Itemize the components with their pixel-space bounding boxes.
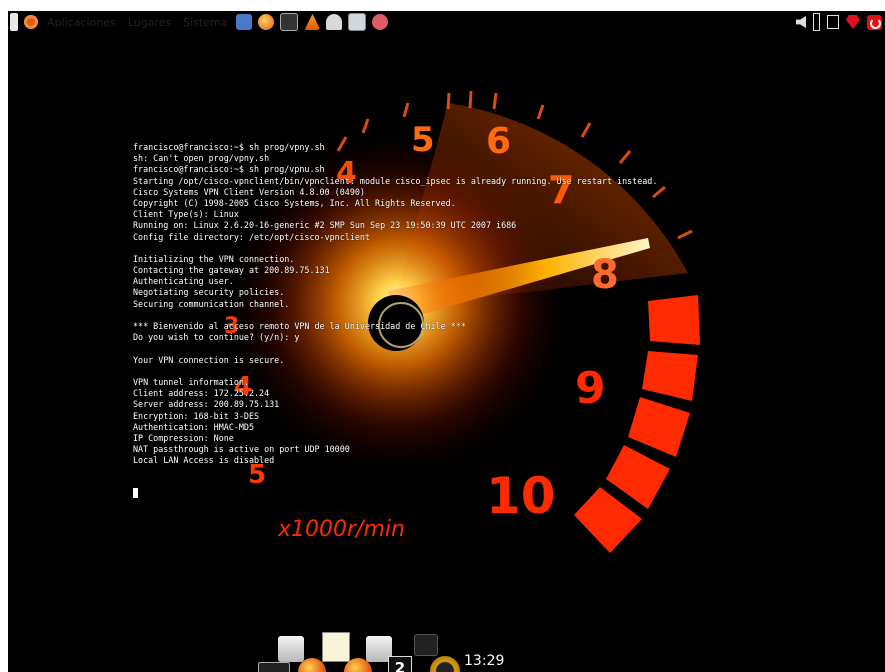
terminal-line: Copyright (C) 1998-2005 Cisco Systems, I… xyxy=(133,197,456,208)
terminal-icon[interactable] xyxy=(280,13,299,31)
help-icon[interactable] xyxy=(236,14,253,30)
calendar-day: 2 xyxy=(394,659,406,672)
terminal-line: Server address: 200.89.75.131 xyxy=(133,399,280,410)
terminal-line: Encryption: 168-bit 3-DES xyxy=(133,410,260,421)
terminal-line: Client address: 172.25.2.24 xyxy=(133,388,270,399)
ruby-icon[interactable] xyxy=(846,15,860,29)
terminal-line: Client Type(s): Linux xyxy=(133,209,239,220)
monitor-icon[interactable] xyxy=(348,13,367,31)
terminal-line: Initializing the VPN connection. xyxy=(133,253,295,264)
terminal-line: IP Compression: None xyxy=(133,432,234,443)
firefox-icon[interactable] xyxy=(258,14,275,30)
terminal-line: Your VPN connection is secure. xyxy=(133,354,285,365)
terminal-line: NAT passthrough is active on port UDP 10… xyxy=(133,444,350,455)
volume-icon[interactable] xyxy=(796,16,806,28)
menu-places[interactable]: Lugares xyxy=(125,16,174,29)
terminal-line: Cisco Systems VPN Client Version 4.8.00 … xyxy=(133,186,365,197)
ubuntu-logo-icon[interactable] xyxy=(24,15,38,29)
terminal-line: francisco@francisco:~$ sh prog/vpny.sh xyxy=(133,142,325,152)
calendar-icon[interactable]: 2 xyxy=(388,656,412,672)
terminal-line: Authenticating user. xyxy=(133,276,234,287)
panel-left-edge xyxy=(10,13,18,31)
power-icon[interactable] xyxy=(867,14,882,30)
terminal-icon[interactable] xyxy=(258,662,290,672)
hat-icon[interactable] xyxy=(326,14,343,30)
gauge-number-10: 10 xyxy=(486,467,556,525)
gauge-icon[interactable] xyxy=(430,656,460,672)
menu-applications[interactable]: Aplicaciones xyxy=(44,16,119,29)
power-symbol xyxy=(870,17,881,29)
terminal-line: Starting /opt/cisco-vpnclient/bin/vpncli… xyxy=(133,175,658,186)
dock-clock: 13:29 xyxy=(464,653,505,669)
terminal-line: Config file directory: /etc/opt/cisco-vp… xyxy=(133,231,370,242)
pidgin-icon[interactable] xyxy=(372,14,389,30)
terminal-line: Negotiating security policies. xyxy=(133,287,285,298)
notes-icon[interactable] xyxy=(322,632,350,662)
top-panel: Aplicaciones Lugares Sistema xyxy=(8,11,885,33)
rpm-unit-label: x1000r/min xyxy=(277,517,405,542)
terminal-cursor xyxy=(133,488,138,498)
terminal-line: Authentication: HMAC-MD5 xyxy=(133,421,255,432)
camera-icon[interactable] xyxy=(414,634,438,656)
drive-icon[interactable] xyxy=(278,636,304,662)
terminal-line: Local LAN Access is disabled xyxy=(133,455,275,466)
network-icon[interactable] xyxy=(827,15,839,29)
terminal-output: francisco@francisco:~$ sh prog/vpny.sh sh… xyxy=(133,142,693,466)
battery-icon[interactable] xyxy=(813,13,820,31)
terminal-line: sh: Can't open prog/vpny.sh xyxy=(133,153,270,164)
vlc-icon[interactable] xyxy=(304,14,321,30)
terminal-line: Running on: Linux 2.6.20-16-generic #2 S… xyxy=(133,220,517,231)
terminal-line: francisco@francisco:~$ sh prog/vpnu.sh xyxy=(133,164,325,175)
terminal-line: Do you wish to continue? (y/n): y xyxy=(133,332,300,343)
terminal-line: Contacting the gateway at 200.89.75.131 xyxy=(133,265,330,276)
terminal-line: Securing communication channel. xyxy=(133,298,290,309)
terminal-line: *** Bienvenido al acceso remoto VPN de l… xyxy=(133,321,466,331)
terminal-line: VPN tunnel information. xyxy=(133,376,249,387)
menu-system[interactable]: Sistema xyxy=(180,16,230,29)
desktop-screen: 5 6 7 8 9 10 4 4 5 3 x1000r/min Aplicaci… xyxy=(8,11,885,672)
